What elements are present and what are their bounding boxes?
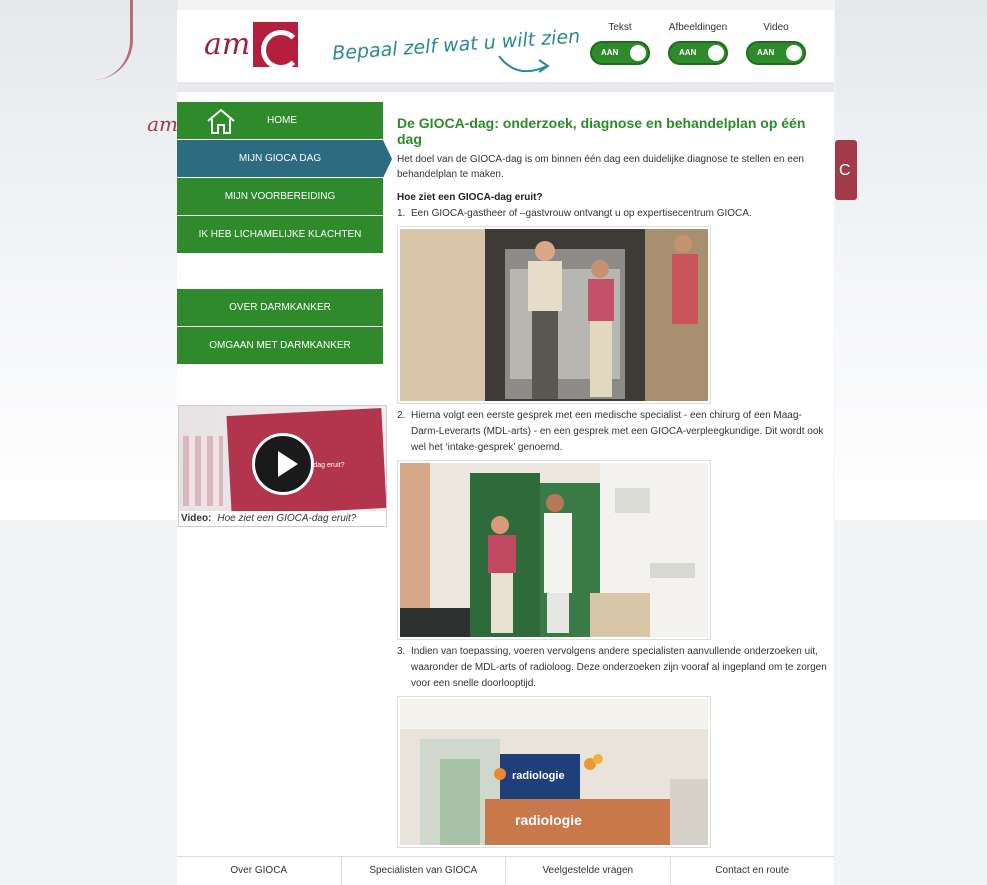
- nav-item-mijn-gioca-dag[interactable]: MIJN GIOCA DAG: [177, 140, 392, 178]
- step-text: Een GIOCA-gastheer of –gastvrouw ontvang…: [411, 208, 752, 219]
- background-left: am: [0, 0, 178, 520]
- footer-nav: Over GIOCA Specialisten van GIOCA Veelge…: [177, 856, 834, 885]
- video-thumbnail[interactable]: -dag eruit?: [179, 406, 386, 511]
- nav-item-mijn-voorbereiding[interactable]: MIJN VOORBEREIDING: [177, 178, 383, 216]
- thumb-stripes: [183, 436, 223, 506]
- list-item: 1. Een GIOCA-gastheer of –gastvrouw ontv…: [397, 206, 827, 222]
- nav-item-label: IK HEB LICHAMELIJKE KLACHTEN: [198, 229, 362, 240]
- toggle-knob: [708, 45, 724, 61]
- footer-link-specialisten[interactable]: Specialisten van GIOCA: [342, 857, 506, 885]
- tekst-toggle-switch[interactable]: AAN: [590, 41, 650, 65]
- nav-item-label: OMGAAN MET DARMKANKER: [209, 340, 351, 351]
- intake-photo-image: [400, 463, 708, 637]
- home-icon: [207, 108, 235, 134]
- nav-item-label: MIJN GIOCA DAG: [238, 153, 322, 164]
- amc-logo[interactable]: am: [204, 22, 302, 70]
- footer-link-over-gioca[interactable]: Over GIOCA: [177, 857, 342, 885]
- background-badge: [835, 140, 857, 200]
- play-icon[interactable]: [252, 433, 314, 495]
- nav-item-over-darmkanker[interactable]: OVER DARMKANKER: [177, 289, 383, 327]
- photo-intake: [397, 460, 711, 640]
- nav-item-lichamelijke-klachten[interactable]: IK HEB LICHAMELIJKE KLACHTEN: [177, 216, 383, 254]
- list-item: 2. Hierna volgt een eerste gesprek met e…: [397, 408, 827, 456]
- main-content: De GIOCA-dag: onderzoek, diagnose en beh…: [397, 115, 827, 852]
- background-right: [835, 0, 987, 520]
- footer-link-faq[interactable]: Veelgestelde vragen: [506, 857, 671, 885]
- toggle-label: Video: [763, 22, 789, 33]
- section-heading: Hoe ziet een GIOCA-dag eruit?: [397, 192, 543, 203]
- toggle-tekst: Tekst AAN: [590, 22, 650, 70]
- step-text: Hierna volgt een eerste gesprek met een …: [411, 410, 824, 453]
- sidebar-nav: HOME MIJN GIOCA DAG MIJN VOORBEREIDING I…: [177, 102, 392, 365]
- nav-item-omgaan-met-darmkanker[interactable]: OMGAAN MET DARMKANKER: [177, 327, 383, 365]
- nav-home-label: HOME: [267, 115, 297, 126]
- toggle-label: Tekst: [608, 22, 632, 33]
- radiology-sign-lower: radiologie: [515, 812, 582, 828]
- toggle-video: Video AAN: [746, 22, 806, 70]
- toggle-state: AAN: [679, 48, 697, 57]
- page-title: De GIOCA-dag: onderzoek, diagnose en beh…: [397, 115, 806, 147]
- logo-c-mark: [253, 22, 302, 70]
- toggle-afbeeldingen: Afbeeldingen AAN: [668, 22, 728, 70]
- toggle-knob: [786, 45, 802, 61]
- list-item: 3. Indien van toepassing, voeren vervolg…: [397, 644, 827, 692]
- toggle-knob: [630, 45, 646, 61]
- photo-reception: [397, 226, 711, 404]
- footer-link-contact[interactable]: Contact en route: [671, 857, 835, 885]
- background-am-badge: am: [147, 112, 178, 136]
- curved-arrow-icon: [498, 55, 550, 73]
- step-text: Indien van toepassing, voeren vervolgens…: [411, 646, 827, 689]
- nav-item-label: MIJN VOORBEREIDING: [224, 191, 336, 202]
- video-caption: Video: Hoe ziet een GIOCA-dag eruit?: [179, 511, 386, 526]
- afbeeldingen-toggle-switch[interactable]: AAN: [668, 41, 728, 65]
- logo-text: am: [204, 27, 251, 62]
- step-number: 2.: [397, 410, 406, 421]
- toggle-label: Afbeeldingen: [668, 22, 728, 33]
- video-toggle-switch[interactable]: AAN: [746, 41, 806, 65]
- radiology-photo-image: radiologie radiologie: [400, 699, 708, 845]
- intro-text: Het doel van de GIOCA-dag is om binnen é…: [397, 154, 804, 180]
- video-widget: -dag eruit? Video: Hoe ziet een GIOCA-dag…: [178, 405, 387, 527]
- step-number: 1.: [397, 208, 406, 219]
- thumb-card-text: -dag eruit?: [311, 462, 345, 469]
- nav-item-home[interactable]: HOME: [177, 102, 383, 140]
- radiology-sign-upper: radiologie: [512, 770, 565, 782]
- nav-item-label: OVER DARMKANKER: [229, 302, 331, 313]
- page: am Bepaal zelf wat u wilt zien Tekst AAN…: [177, 10, 834, 885]
- header: am Bepaal zelf wat u wilt zien Tekst AAN…: [177, 10, 834, 92]
- toggle-state: AAN: [757, 48, 775, 57]
- toggle-state: AAN: [601, 48, 619, 57]
- photo-radiologie: radiologie radiologie: [397, 696, 711, 848]
- reception-photo-image: [400, 229, 708, 401]
- video-title[interactable]: Hoe ziet een GIOCA-dag eruit?: [217, 513, 356, 524]
- video-label: Video:: [181, 513, 212, 524]
- step-number: 3.: [397, 646, 406, 657]
